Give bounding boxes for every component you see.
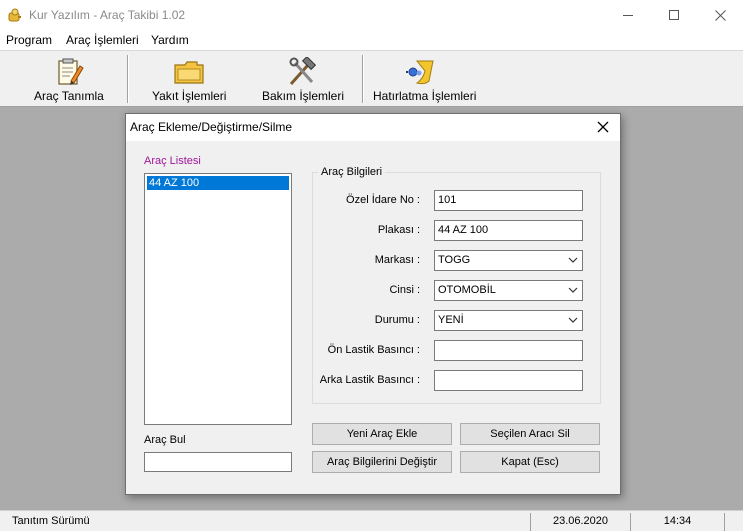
window-titlebar: Kur Yazılım - Araç Takibi 1.02 [0,0,743,30]
status-mode: Tanıtım Sürümü [12,515,90,527]
arac-bilgileri-title: Araç Bilgileri [318,166,386,178]
clipboard-pencil-icon [58,58,84,85]
minimize-icon [622,14,633,16]
arac-listbox[interactable]: 44 AZ 100 [144,173,292,425]
toolbar-separator [362,55,364,103]
arka-lastik-basinci-input[interactable] [434,370,583,391]
plakasi-input[interactable]: 44 AZ 100 [434,220,583,241]
markasi-label: Markası : [374,254,420,266]
menu-program[interactable]: Program [6,33,52,47]
reminder-icon [406,60,434,85]
yakit-islemleri-label: Yakıt İşlemleri [152,89,227,103]
dialog-title: Araç Ekleme/Değiştirme/Silme [130,120,293,134]
dialog-close-icon[interactable] [596,120,610,134]
durumu-select[interactable]: YENİ [434,310,583,331]
hatirlatma-islemleri-label: Hatırlatma İşlemleri [373,89,477,103]
cinsi-select[interactable]: OTOMOBİL [434,280,583,301]
plakasi-label: Plakası : [377,224,420,236]
arac-tanimla-button[interactable]: Araç Tanımla [20,51,115,107]
menu-yardim[interactable]: Yardım [151,33,189,47]
close-button[interactable] [697,0,743,30]
dialog-titlebar: Araç Ekleme/Değiştirme/Silme [126,114,620,141]
arac-bul-input[interactable] [144,452,292,472]
durumu-label: Durumu : [374,314,420,326]
secilen-araci-sil-button[interactable]: Seçilen Aracı Sil [460,423,600,445]
window-title: Kur Yazılım - Araç Takibi 1.02 [29,8,186,22]
menu-bar: Program Araç İşlemleri Yardım [0,30,743,50]
menu-arac-islemleri[interactable]: Araç İşlemleri [66,33,139,47]
toolbar: Araç Tanımla Yakıt İşlemleri Bakım İşlem… [0,50,743,107]
tools-icon [289,57,317,86]
kapat-button[interactable]: Kapat (Esc) [460,451,600,473]
maximize-button[interactable] [651,0,697,30]
maximize-icon [668,9,679,20]
ozel-idare-no-label: Özel İdare No : [346,194,420,206]
markasi-select[interactable]: TOGG [434,250,583,271]
arac-bul-label: Araç Bul [144,434,186,446]
chevron-down-icon [568,257,578,263]
folder-icon [174,61,204,84]
list-item[interactable]: 44 AZ 100 [147,176,289,190]
status-bar: Tanıtım Sürümü 23.06.2020 14:34 [0,510,743,531]
chevron-down-icon [568,317,578,323]
toolbar-separator [127,55,129,103]
app-icon [8,8,21,22]
on-lastik-basinci-label: Ön Lastik Basıncı : [327,344,420,356]
hatirlatma-islemleri-button[interactable]: Hatırlatma İşlemleri [370,51,482,107]
status-date: 23.06.2020 [530,513,630,531]
on-lastik-basinci-input[interactable] [434,340,583,361]
arac-dialog: Araç Ekleme/Değiştirme/Silme Araç Listes… [125,113,621,495]
cinsi-label: Cinsi : [389,284,420,296]
minimize-button[interactable] [605,0,651,30]
close-icon [714,9,726,21]
yakit-islemleri-button[interactable]: Yakıt İşlemleri [140,51,240,107]
chevron-down-icon [568,287,578,293]
ozel-idare-no-input[interactable]: 101 [434,190,583,211]
durumu-value: YENİ [438,314,464,326]
arac-listesi-label: Araç Listesi [144,155,201,167]
yeni-arac-ekle-button[interactable]: Yeni Araç Ekle [312,423,452,445]
status-time: 14:34 [630,513,725,531]
bakim-islemleri-label: Bakım İşlemleri [262,89,345,103]
arac-tanimla-label: Araç Tanımla [34,89,104,103]
arac-bilgilerini-degistir-button[interactable]: Araç Bilgilerini Değiştir [312,451,452,473]
bakim-islemleri-button[interactable]: Bakım İşlemleri [250,51,355,107]
arka-lastik-basinci-label: Arka Lastik Basıncı : [319,374,420,386]
cinsi-value: OTOMOBİL [438,284,496,296]
markasi-value: TOGG [438,254,471,266]
